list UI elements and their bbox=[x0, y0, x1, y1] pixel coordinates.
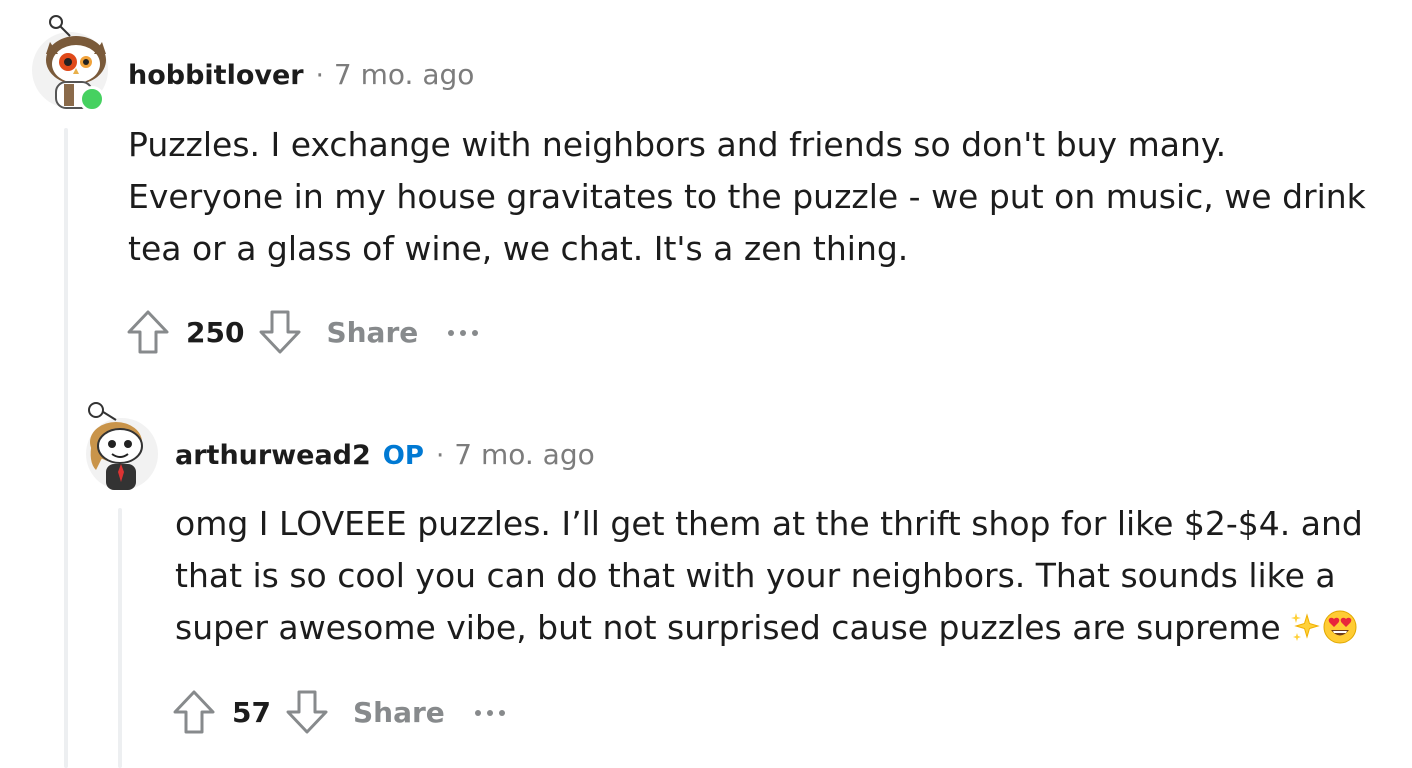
dot bbox=[486, 710, 493, 716]
share-button[interactable]: Share bbox=[353, 696, 445, 729]
share-button[interactable]: Share bbox=[326, 316, 418, 349]
snoo-avatar[interactable] bbox=[84, 398, 160, 492]
downvote-button[interactable] bbox=[256, 308, 304, 356]
timestamp-link[interactable]: 7 mo. ago bbox=[334, 58, 475, 91]
upvote-arrow-icon bbox=[127, 310, 169, 354]
ellipsis-icon[interactable] bbox=[448, 328, 479, 336]
comment-text-line: omg I LOVEEE puzzles. I’ll get them at t… bbox=[175, 504, 1363, 543]
sparkles-icon bbox=[1290, 613, 1320, 641]
online-status-dot bbox=[79, 86, 105, 112]
comment-text-line: that is so cool you can do that with you… bbox=[175, 556, 1336, 595]
comment-text-line: tea or a glass of wine, we chat. It's a … bbox=[128, 229, 909, 268]
downvote-arrow-icon bbox=[286, 690, 328, 734]
op-badge: OP bbox=[382, 441, 424, 471]
comment-actions: 57 Share bbox=[170, 688, 505, 736]
heart-eyes-emoji-icon bbox=[1323, 610, 1357, 644]
vote-score: 57 bbox=[232, 695, 271, 729]
username-link[interactable]: hobbitlover bbox=[128, 60, 304, 91]
timestamp-link[interactable]: 7 mo. ago bbox=[454, 438, 595, 471]
comment-body: Puzzles. I exchange with neighbors and f… bbox=[128, 119, 1366, 275]
dot bbox=[448, 330, 455, 336]
upvote-button[interactable] bbox=[124, 308, 172, 356]
thread-line-level-2[interactable] bbox=[118, 508, 122, 768]
emoji-group bbox=[1289, 610, 1357, 644]
dot bbox=[460, 330, 467, 336]
comment-meta: hobbitlover · 7 mo. ago bbox=[128, 58, 474, 91]
comment-meta: arthurwead2 OP · 7 mo. ago bbox=[175, 438, 595, 471]
meta-separator: · bbox=[435, 441, 445, 471]
username-link[interactable]: arthurwead2 bbox=[175, 440, 371, 471]
comment-text-line: Puzzles. I exchange with neighbors and f… bbox=[128, 125, 1227, 164]
dot bbox=[472, 330, 479, 336]
upvote-button[interactable] bbox=[170, 688, 218, 736]
downvote-button[interactable] bbox=[283, 688, 331, 736]
ellipsis-icon[interactable] bbox=[474, 708, 505, 716]
dot bbox=[474, 710, 481, 716]
comment-text-line: super awesome vibe, but not surprised ca… bbox=[175, 602, 1363, 654]
snoo-avatar-icon bbox=[86, 402, 158, 490]
meta-separator: · bbox=[315, 61, 324, 91]
dot bbox=[498, 710, 505, 716]
comment-body: omg I LOVEEE puzzles. I’ll get them at t… bbox=[175, 498, 1363, 654]
vote-score: 250 bbox=[186, 315, 245, 349]
comment-text-line: Everyone in my house gravitates to the p… bbox=[128, 177, 1366, 216]
upvote-arrow-icon bbox=[173, 690, 215, 734]
comment-text: super awesome vibe, but not surprised ca… bbox=[175, 608, 1281, 647]
downvote-arrow-icon bbox=[259, 310, 301, 354]
thread-line-level-1[interactable] bbox=[64, 128, 68, 768]
comment-actions: 250 Share bbox=[124, 308, 479, 356]
